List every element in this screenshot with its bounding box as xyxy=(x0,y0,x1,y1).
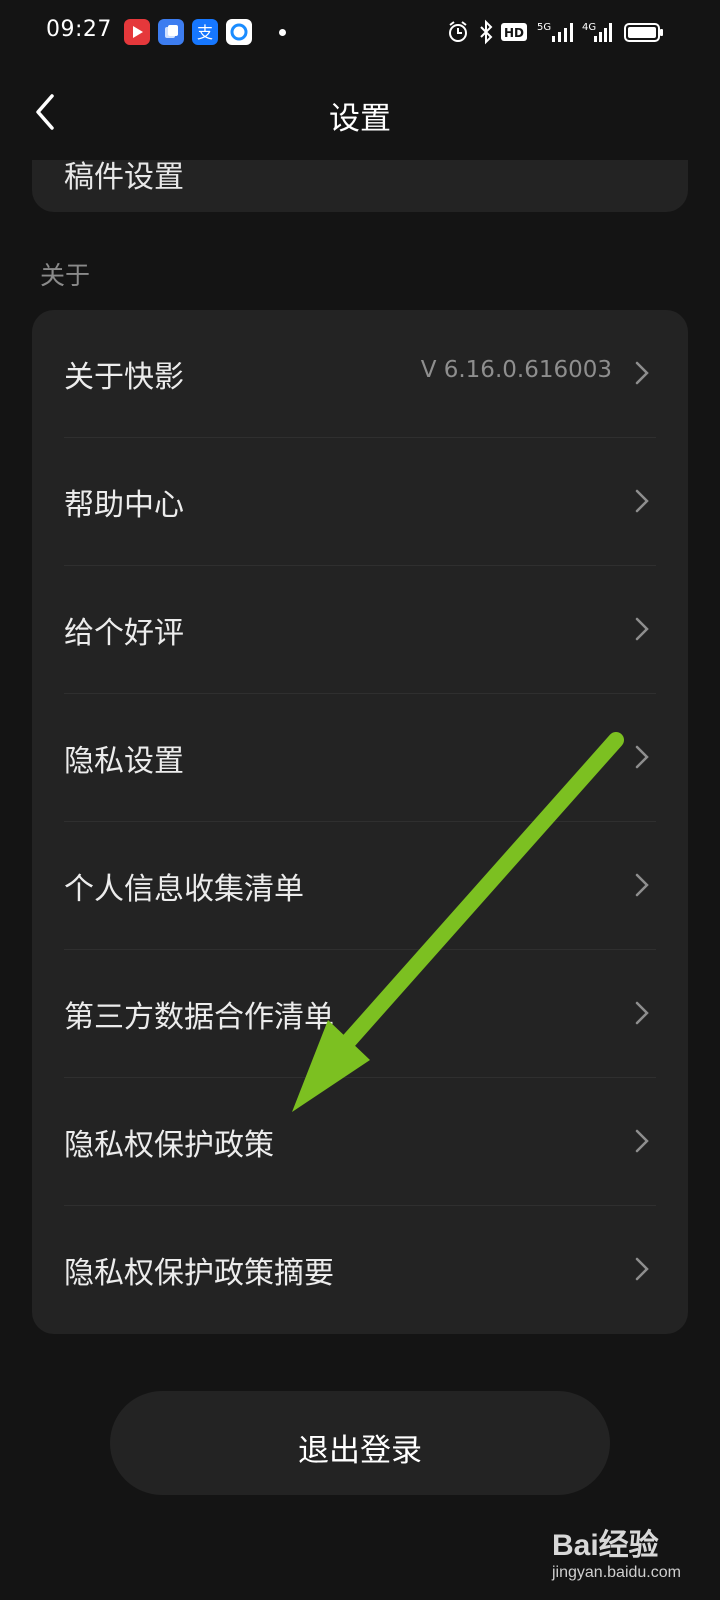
row-label: 隐私权保护政策摘要 xyxy=(64,1256,334,1291)
row-label: 第三方数据合作清单 xyxy=(64,1000,334,1035)
help-center-row[interactable]: 帮助中心 xyxy=(32,438,688,566)
bluetooth-icon xyxy=(478,18,494,46)
section-label-about: 关于 xyxy=(40,261,91,290)
nav-bar: 设置 xyxy=(0,64,720,160)
row-label: 隐私设置 xyxy=(64,744,184,779)
status-bar: 09:27 支 HD 5G 4G xyxy=(0,0,720,64)
chevron-right-icon xyxy=(635,1001,649,1025)
notification-dot xyxy=(279,29,286,36)
files-app-icon xyxy=(158,19,184,45)
chevron-right-icon xyxy=(635,1257,649,1281)
net2-text: 4G xyxy=(582,22,596,33)
circle-app-icon xyxy=(226,19,252,45)
row-label: 个人信息收集清单 xyxy=(64,872,304,907)
chevron-right-icon xyxy=(635,617,649,641)
signal-4g-icon: 4G xyxy=(582,18,614,46)
signal-5g-icon: 5G xyxy=(536,18,576,46)
page-title: 设置 xyxy=(329,101,391,137)
version-value: V 6.16.0.616003 xyxy=(420,357,612,383)
privacy-settings-row[interactable]: 隐私设置 xyxy=(32,694,688,822)
about-kuaiying-row[interactable]: 关于快影 V 6.16.0.616003 xyxy=(32,310,688,438)
svg-text:支: 支 xyxy=(197,23,213,42)
watermark-main: Bai经验 xyxy=(552,1529,659,1562)
row-label: 隐私权保护政策 xyxy=(64,1128,274,1163)
privacy-policy-summary-row[interactable]: 隐私权保护政策摘要 xyxy=(32,1206,688,1334)
chevron-right-icon xyxy=(635,361,649,385)
battery-icon xyxy=(624,18,664,46)
watermark-url: jingyan.baidu.com xyxy=(552,1564,681,1581)
row-label: 给个好评 xyxy=(64,616,184,651)
logout-label: 退出登录 xyxy=(298,1433,422,1469)
chevron-right-icon xyxy=(635,745,649,769)
chevron-right-icon xyxy=(635,489,649,513)
alarm-icon xyxy=(446,18,470,46)
privacy-policy-row[interactable]: 隐私权保护政策 xyxy=(32,1078,688,1206)
row-label: 关于快影 xyxy=(64,360,184,395)
hd-text: HD xyxy=(504,26,524,40)
chevron-right-icon xyxy=(635,873,649,897)
third-party-data-list-row[interactable]: 第三方数据合作清单 xyxy=(32,950,688,1078)
net1-text: 5G xyxy=(537,22,551,33)
logout-button[interactable]: 退出登录 xyxy=(110,1391,610,1495)
hd-icon: HD xyxy=(500,18,528,46)
personal-info-list-row[interactable]: 个人信息收集清单 xyxy=(32,822,688,950)
chevron-right-icon xyxy=(635,1129,649,1153)
about-card: 关于快影 V 6.16.0.616003 帮助中心 给个好评 隐私设置 个人信息… xyxy=(32,310,688,1334)
status-time: 09:27 xyxy=(46,17,112,42)
alipay-app-icon: 支 xyxy=(192,19,218,45)
give-rating-row[interactable]: 给个好评 xyxy=(32,566,688,694)
row-label: 帮助中心 xyxy=(64,488,184,523)
kuaiying-app-icon xyxy=(124,19,150,45)
baidu-jingyan-watermark: Bai经验 jingyan.baidu.com xyxy=(550,1520,710,1590)
